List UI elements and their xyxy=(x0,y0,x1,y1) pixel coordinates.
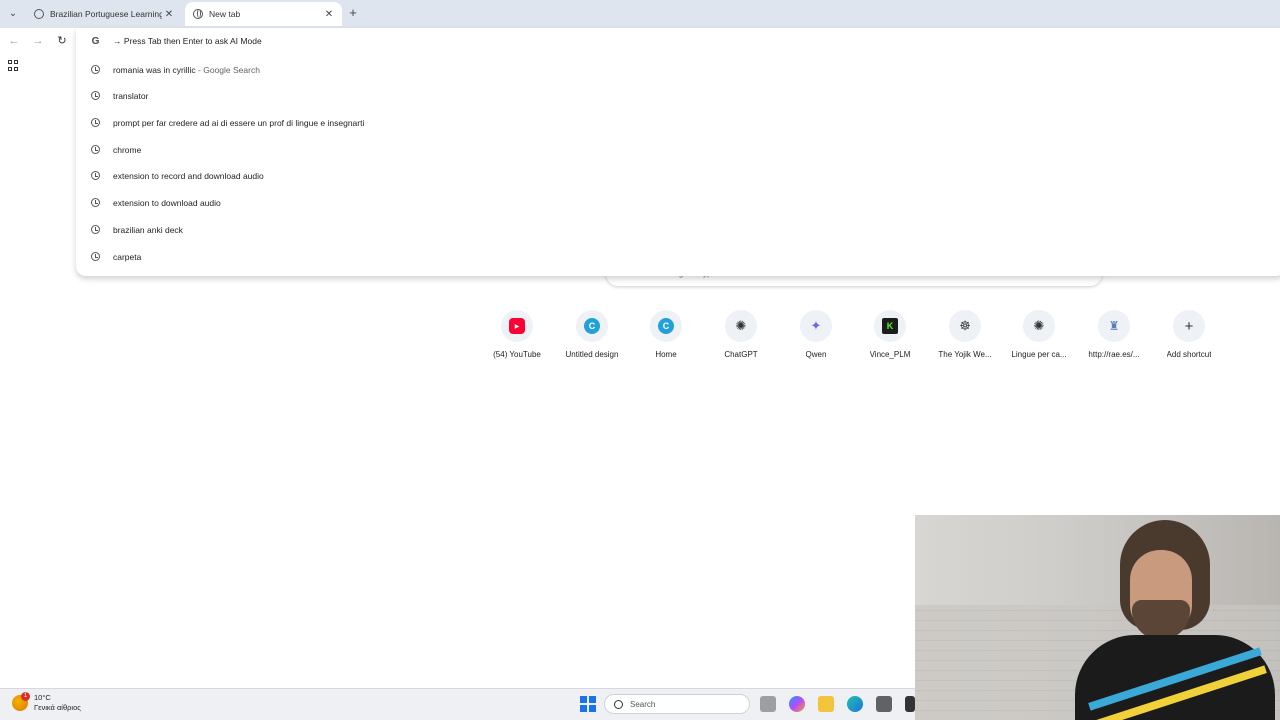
weather-temp: 10°C xyxy=(34,693,51,702)
new-tab-button[interactable]: + xyxy=(346,6,360,20)
suggestion-text: translator xyxy=(113,91,149,101)
shortcut-label: ChatGPT xyxy=(724,350,758,359)
weather-icon: 1 xyxy=(12,692,30,711)
qwen-icon: ✦ xyxy=(810,318,822,333)
globe-favicon-icon xyxy=(193,9,203,19)
shortcut-home[interactable]: C Home xyxy=(629,310,703,370)
history-icon xyxy=(90,90,101,102)
task-view-icon[interactable] xyxy=(760,696,776,712)
shortcut-label: Lingue per ca... xyxy=(1011,350,1067,359)
shortcut-youtube[interactable]: ▶ (54) YouTube xyxy=(480,310,554,370)
forward-arrow-icon[interactable]: → xyxy=(31,34,45,48)
history-icon xyxy=(90,144,101,156)
shortcut-untitled-design[interactable]: C Untitled design xyxy=(555,310,629,370)
suggestion-row[interactable]: carpeta xyxy=(76,244,1280,270)
shortcut-label: Home xyxy=(655,350,677,359)
notification-badge: 1 xyxy=(21,692,30,701)
canva-icon: C xyxy=(584,318,600,334)
shortcut-label: The Yojik We... xyxy=(938,350,992,359)
shortcut-chatgpt[interactable]: ✺ ChatGPT xyxy=(704,310,778,370)
edge-icon[interactable] xyxy=(847,696,863,712)
tab-title: New tab xyxy=(209,9,241,19)
tab-search-chevron-icon[interactable]: ⌄ xyxy=(6,7,20,21)
plus-icon: + xyxy=(1184,317,1194,335)
suggestion-row[interactable]: chrome xyxy=(76,137,1280,163)
reload-icon[interactable]: ↻ xyxy=(55,34,69,48)
suggestion-suffix: - Google Search xyxy=(195,65,260,75)
chatgpt-icon: ✺ xyxy=(735,318,747,333)
tab-new-tab[interactable]: New tab ✕ xyxy=(185,2,342,26)
shortcut-label: (54) YouTube xyxy=(493,350,541,359)
omnibox-input-row[interactable]: G → Press Tab then Enter to ask AI Mode xyxy=(76,28,1280,54)
store-icon[interactable] xyxy=(876,696,892,712)
chatgpt-favicon-icon xyxy=(34,9,44,19)
chatgpt-icon: ✺ xyxy=(1033,318,1045,333)
shortcut-vince-plm[interactable]: K Vince_PLM xyxy=(853,310,927,370)
suggestion-row[interactable]: brazilian anki deck xyxy=(76,217,1280,243)
suggestion-text: chrome xyxy=(113,145,142,155)
shortcut-lingue[interactable]: ✺ Lingue per ca... xyxy=(1002,310,1076,370)
webcam-overlay xyxy=(915,515,1280,720)
ai-mode-hint: → Press Tab then Enter to ask AI Mode xyxy=(113,36,262,46)
history-icon xyxy=(90,117,101,129)
suggestion-text: carpeta xyxy=(113,252,142,262)
suggestion-row[interactable]: prompt per far credere ad ai di essere u… xyxy=(76,110,1280,136)
history-icon xyxy=(90,170,101,182)
youtube-icon: ▶ xyxy=(509,318,525,334)
tab-title: Brazilian Portuguese Learning xyxy=(50,9,162,19)
add-shortcut-button[interactable]: + Add shortcut xyxy=(1152,310,1226,370)
suggestion-row[interactable]: translator xyxy=(76,83,1280,109)
windows-start-icon[interactable] xyxy=(580,696,596,712)
suggestion-row[interactable]: romania was in cyrillic - Google Search xyxy=(76,57,1280,83)
weather-desc: Γενικά αίθριος xyxy=(34,703,81,712)
suggestion-text: brazilian anki deck xyxy=(113,225,183,235)
google-g-icon: G xyxy=(91,35,100,47)
search-icon xyxy=(614,699,623,709)
copilot-icon[interactable] xyxy=(789,696,805,712)
history-icon xyxy=(90,224,101,236)
suggestion-text: prompt per far credere ad ai di essere u… xyxy=(113,118,365,128)
history-icon xyxy=(90,251,101,263)
taskbar-search[interactable]: Search xyxy=(604,694,750,714)
app-icon[interactable] xyxy=(905,696,915,712)
taskbar-search-label: Search xyxy=(630,699,656,709)
weather-widget[interactable]: 1 10°C Γενικά αίθριος xyxy=(12,692,81,713)
suggestion-text: extension to download audio xyxy=(113,198,221,208)
shortcut-label: http://rae.es/... xyxy=(1088,350,1140,359)
omnibox-dropdown: G → Press Tab then Enter to ask AI Mode … xyxy=(76,28,1280,276)
shortcut-yojik[interactable]: ☸ The Yojik We... xyxy=(928,310,1002,370)
shortcut-label: Untitled design xyxy=(565,350,619,359)
canva-icon: C xyxy=(658,318,674,334)
shortcut-label: Qwen xyxy=(805,350,827,359)
suggestion-text: extension to record and download audio xyxy=(113,171,264,181)
suggestion-text: romania was in cyrillic xyxy=(113,65,196,75)
tab-brazilian-portuguese-learning[interactable]: Brazilian Portuguese Learning ✕ xyxy=(26,2,182,26)
suggestion-row[interactable]: extension to record and download audio xyxy=(76,163,1280,189)
shortcut-rae[interactable]: ♜ http://rae.es/... xyxy=(1077,310,1151,370)
back-arrow-icon[interactable]: ← xyxy=(7,34,21,48)
tab-close-icon[interactable]: ✕ xyxy=(162,9,176,20)
shortcut-qwen[interactable]: ✦ Qwen xyxy=(779,310,853,370)
file-explorer-icon[interactable] xyxy=(818,696,834,712)
shortcut-label: Vince_PLM xyxy=(869,350,911,359)
tab-close-icon[interactable]: ✕ xyxy=(322,9,336,20)
history-icon xyxy=(90,197,101,209)
rae-crest-icon: ♜ xyxy=(1108,319,1120,333)
suggestion-row[interactable]: extension to download audio xyxy=(76,190,1280,216)
kick-icon: K xyxy=(882,318,898,334)
history-icon xyxy=(90,64,101,76)
yojik-icon: ☸ xyxy=(959,318,971,333)
apps-grid-icon[interactable] xyxy=(8,60,19,71)
shortcut-label: Add shortcut xyxy=(1166,350,1212,359)
